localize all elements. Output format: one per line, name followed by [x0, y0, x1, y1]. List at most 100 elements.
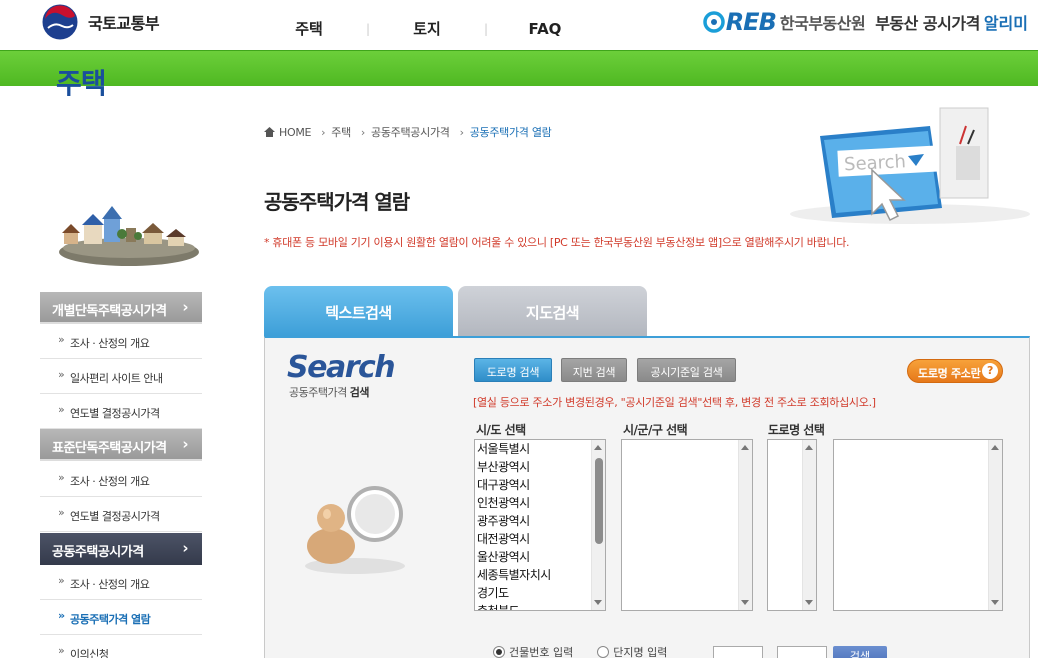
breadcrumb-item[interactable]: 주택 [331, 124, 351, 140]
nav-housing[interactable]: 주택 [280, 18, 338, 39]
chevron-right-icon: › [182, 298, 188, 316]
sido-option[interactable]: 부산광역시 [475, 458, 605, 476]
sido-label: 시/도 선택 [476, 423, 526, 437]
site-title: 부동산 공시가격 [875, 14, 980, 33]
scroll-down-icon[interactable] [594, 600, 602, 605]
sigungu-label: 시/군/구 선택 [623, 423, 688, 437]
reb-logo[interactable]: REB 한국부동산원 부동산 공시가격 알리미 [702, 8, 1028, 36]
sidebar-item[interactable]: 이의신청 [40, 635, 202, 658]
scroll-up-icon[interactable] [594, 445, 602, 450]
tab-text-search[interactable]: 텍스트검색 [264, 286, 453, 336]
scroll-up-icon[interactable] [805, 445, 813, 450]
breadcrumb-separator: › [459, 125, 464, 139]
main-nav: 주택 | 토지 | FAQ [280, 18, 574, 39]
road-name-search-button[interactable]: 도로명 검색 [474, 358, 552, 382]
sidebar-item[interactable]: 조사 · 산정의 개요 [40, 324, 202, 359]
site-header: 국토교통부 주택 | 토지 | FAQ REB 한국부동산원 부동산 공시가격 … [0, 0, 1038, 50]
sido-option[interactable]: 울산광역시 [475, 548, 605, 566]
site-title-accent: 알리미 [983, 14, 1028, 33]
scroll-up-icon[interactable] [741, 445, 749, 450]
sidebar-section-apartment[interactable]: 공동주택공시가격 › [40, 533, 202, 565]
scroll-down-icon[interactable] [805, 600, 813, 605]
search-option-row: 건물번호 입력 단지명 입력 [493, 644, 667, 658]
road-name-scrollbar[interactable] [988, 440, 1002, 610]
question-icon: ? [982, 363, 998, 379]
breadcrumb-item[interactable]: 공동주택공시가격 [371, 124, 450, 140]
chevron-right-icon: › [182, 539, 188, 557]
sido-option[interactable]: 대구광역시 [475, 476, 605, 494]
breadcrumb: HOME › 주택 › 공동주택공시가격 › 공동주택가격 열람 [264, 124, 552, 140]
sidebar-item[interactable]: 일사편리 사이트 안내 [40, 359, 202, 394]
green-banner [0, 50, 1038, 86]
sigungu-scrollbar[interactable] [738, 440, 752, 610]
illustration-search-text: Search [844, 151, 907, 175]
chevron-right-icon: › [182, 435, 188, 453]
sido-option[interactable]: 경기도 [475, 584, 605, 602]
sido-option[interactable]: 세종특별자치시 [475, 566, 605, 584]
complex-name-radio[interactable] [597, 646, 610, 658]
building-number-label: 건물번호 입력 [509, 646, 574, 658]
search-subtitle-bold: 검색 [349, 386, 370, 399]
ministry-name: 국토교통부 [88, 14, 160, 33]
sidebar-title: 주택 [56, 67, 107, 100]
sidebar-item[interactable]: 조사 · 산정의 개요 [40, 462, 202, 497]
road-address-help-label: 도로명 주소란 [918, 367, 981, 380]
nav-separator: | [483, 21, 489, 36]
sido-option[interactable]: 서울특별시 [475, 440, 605, 458]
reb-org-name: 한국부동산원 [779, 14, 866, 33]
complex-name-label: 단지명 입력 [613, 646, 668, 658]
reb-wordmark: REB [725, 8, 777, 36]
reb-ring-icon [702, 11, 725, 33]
scroll-down-icon[interactable] [741, 600, 749, 605]
lot-number-search-button[interactable]: 지번 검색 [561, 358, 627, 382]
sido-select[interactable]: 서울특별시 부산광역시 대구광역시 인천광역시 광주광역시 대전광역시 울산광역… [474, 439, 606, 611]
breadcrumb-home[interactable]: HOME [279, 126, 311, 139]
scroll-down-icon[interactable] [991, 600, 999, 605]
nav-separator: | [365, 21, 371, 36]
sidebar-item-active[interactable]: 공동주택가격 열람 [40, 600, 202, 635]
sido-option[interactable]: 인천광역시 [475, 494, 605, 512]
scroll-thumb[interactable] [595, 458, 603, 544]
road-initial-scrollbar[interactable] [802, 440, 816, 610]
building-number-radio[interactable] [493, 646, 505, 658]
road-name-select[interactable] [833, 439, 1003, 611]
sidebar-section-label: 공동주택공시가격 [52, 545, 144, 560]
breadcrumb-separator: › [321, 125, 326, 139]
sidebar-item[interactable]: 연도별 결정공시가격 [40, 497, 202, 532]
breadcrumb-separator: › [360, 125, 366, 139]
sidebar-item[interactable]: 연도별 결정공시가격 [40, 394, 202, 429]
search-subtitle-prefix: 공동주택가격 [289, 386, 347, 399]
sidebar-section-individual[interactable]: 개별단독주택공시가격 › [40, 292, 202, 324]
road-name-label: 도로명 선택 [768, 423, 825, 437]
search-submit-button[interactable]: 검색 [833, 646, 887, 658]
sido-scrollbar[interactable] [591, 440, 605, 610]
sido-option[interactable]: 충청북도 [475, 602, 605, 610]
scroll-up-icon[interactable] [991, 445, 999, 450]
road-address-help-button[interactable]: 도로명 주소란 ? [907, 359, 1003, 383]
ministry-logo[interactable]: 국토교통부 [42, 4, 160, 40]
search-logo: Search [287, 350, 396, 385]
sidebar-section-standard[interactable]: 표준단독주택공시가격 › [40, 429, 202, 461]
sidebar-section-label: 표준단독주택공시가격 [52, 441, 167, 456]
search-panel: Search 공동주택가격 검색 도로명 검색 지번 검색 공시기준일 검색 도… [264, 336, 1030, 658]
breadcrumb-current: 공동주택가격 열람 [469, 126, 552, 139]
tab-map-search[interactable]: 지도검색 [458, 286, 647, 336]
sido-option[interactable]: 대전광역시 [475, 530, 605, 548]
nav-faq[interactable]: FAQ [516, 20, 574, 38]
building-sub-number-input[interactable] [777, 646, 827, 658]
address-change-notice: [열실 등으로 주소가 변경된경우, "공시기준일 검색"선택 후, 변경 전 … [473, 396, 876, 409]
sidebar-item[interactable]: 조사 · 산정의 개요 [40, 565, 202, 600]
person-magnifier-icon [305, 486, 405, 574]
page-title: 공동주택가격 열람 [264, 190, 410, 214]
sigungu-select[interactable] [621, 439, 753, 611]
search-screen-illustration-icon: Search [790, 107, 1030, 224]
sido-option[interactable]: 광주광역시 [475, 512, 605, 530]
mobile-notice: * 휴대폰 등 모바일 기기 이용시 원활한 열람이 어려울 수 있으니 [PC… [264, 236, 850, 249]
search-subtitle: 공동주택가격 검색 [289, 384, 369, 400]
ministry-emblem-icon [42, 4, 78, 40]
road-initial-select[interactable] [767, 439, 817, 611]
home-icon [264, 127, 275, 137]
building-main-number-input[interactable] [713, 646, 763, 658]
nav-land[interactable]: 토지 [398, 18, 456, 39]
reference-date-search-button[interactable]: 공시기준일 검색 [637, 358, 736, 382]
